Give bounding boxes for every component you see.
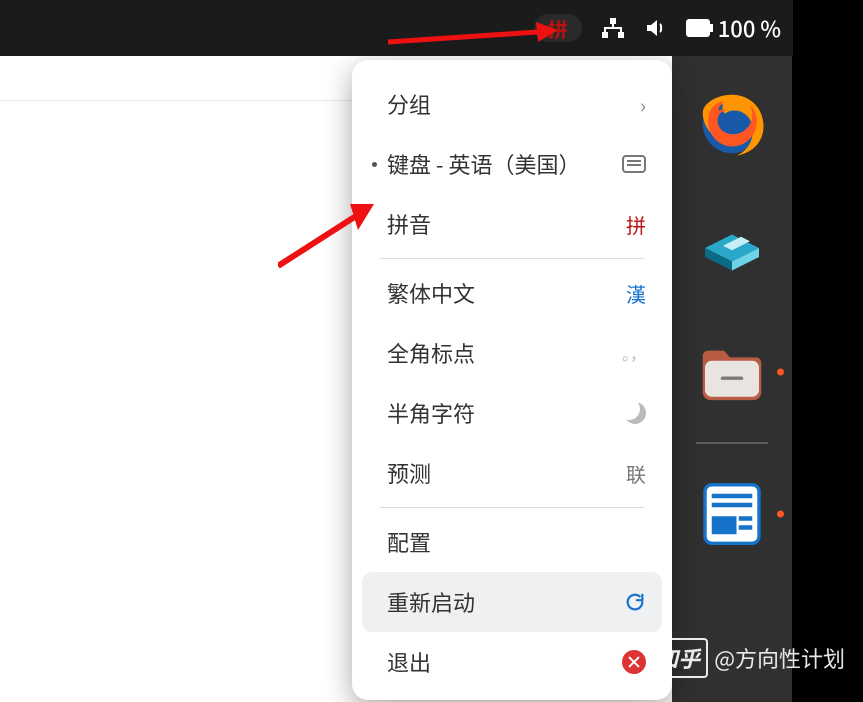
menu-label: 预测	[387, 457, 431, 489]
right-dock	[672, 56, 792, 702]
menu-label: 配置	[387, 526, 431, 558]
dock-app-editor[interactable]	[696, 212, 768, 284]
ime-menu: 分组 › 键盘 - 英语（美国） 拼音 拼 繁体中文 漢 全角标点 。， 半角字…	[352, 60, 672, 700]
menu-label: 重新启动	[387, 586, 475, 618]
menu-item-traditional[interactable]: 繁体中文 漢	[362, 263, 662, 323]
fullwidth-badge: 。，	[622, 341, 646, 365]
watermark-handle: @方向性计划	[714, 642, 845, 674]
battery-indicator[interactable]: 100 %	[686, 12, 781, 44]
dock-running-dot	[777, 511, 784, 518]
menu-separator	[380, 507, 644, 508]
menu-label: 半角字符	[387, 397, 475, 429]
menu-item-predict[interactable]: 预测 联	[362, 443, 662, 503]
traditional-badge: 漢	[626, 279, 646, 308]
chevron-right-icon: ›	[640, 90, 646, 119]
watermark-logo: 知乎	[648, 638, 708, 678]
menu-label: 拼音	[387, 208, 431, 240]
dock-running-dot	[777, 369, 784, 376]
menu-item-keyboard-en[interactable]: 键盘 - 英语（美国）	[362, 134, 662, 194]
menu-item-halfwidth-char[interactable]: 半角字符	[362, 383, 662, 443]
menu-label: 键盘 - 英语（美国）	[387, 148, 581, 180]
menu-separator	[380, 258, 644, 259]
menu-item-config[interactable]: 配置	[362, 512, 662, 572]
menu-item-restart[interactable]: 重新启动	[362, 572, 662, 632]
reload-icon	[624, 591, 646, 613]
dock-app-writer[interactable]	[696, 478, 768, 550]
predict-badge: 联	[626, 459, 646, 488]
keyboard-icon	[622, 155, 646, 173]
dock-app-firefox[interactable]	[696, 88, 768, 160]
menu-item-fullwidth-punct[interactable]: 全角标点 。，	[362, 323, 662, 383]
volume-icon[interactable]	[644, 16, 668, 40]
halfwidth-moon-icon	[624, 402, 646, 424]
menu-item-quit[interactable]: 退出	[362, 632, 662, 692]
battery-text: 100 %	[718, 12, 781, 44]
network-icon[interactable]	[600, 16, 626, 40]
menu-label: 全角标点	[387, 337, 475, 369]
menu-item-group[interactable]: 分组 ›	[362, 74, 662, 134]
menu-item-pinyin[interactable]: 拼音 拼	[362, 194, 662, 254]
ime-indicator-label: 拼	[548, 14, 568, 43]
watermark: 知乎 @方向性计划	[648, 638, 845, 678]
menu-label: 繁体中文	[387, 277, 475, 309]
menu-label: 分组	[387, 88, 431, 120]
menu-label: 退出	[387, 646, 431, 678]
ime-indicator[interactable]: 拼	[534, 14, 582, 42]
dock-app-files[interactable]	[696, 336, 768, 408]
dock-separator	[696, 442, 768, 444]
active-bullet-icon	[372, 162, 377, 167]
system-top-bar: 拼 100 %	[0, 0, 793, 56]
pinyin-badge: 拼	[626, 210, 646, 239]
close-icon	[622, 650, 646, 674]
